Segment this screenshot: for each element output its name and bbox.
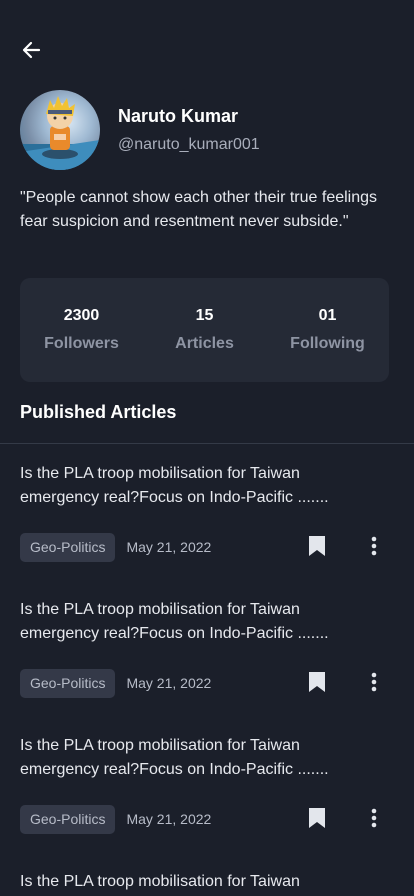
section-title: Published Articles xyxy=(20,402,177,422)
more-vertical-icon xyxy=(371,536,377,556)
stat-value: 15 xyxy=(195,307,214,324)
avatar[interactable] xyxy=(20,90,100,170)
stats-card: 2300 Followers 15 Articles 01 Following xyxy=(20,278,389,382)
stat-value: 01 xyxy=(318,307,337,324)
stat-value: 2300 xyxy=(63,307,100,324)
more-options-button[interactable] xyxy=(366,672,382,694)
profile-handle: @naruto_kumar001 xyxy=(118,136,260,153)
stat-label: Articles xyxy=(175,335,234,352)
article-date: May 21, 2022 xyxy=(126,811,212,827)
article-title[interactable]: Is the PLA troop mobilisation for Taiwan… xyxy=(20,734,360,782)
profile-bio: "People cannot show each other their tru… xyxy=(20,189,378,230)
category-tag[interactable]: Geo-Politics xyxy=(20,668,116,698)
more-vertical-icon xyxy=(371,672,377,692)
article-item[interactable]: Is the PLA troop mobilisation for Taiwan… xyxy=(20,598,394,698)
bookmark-icon xyxy=(309,536,325,556)
bookmark-button[interactable] xyxy=(307,807,327,829)
category-tag[interactable]: Geo-Politics xyxy=(20,532,116,562)
stat-label: Following xyxy=(290,335,365,352)
category-tag[interactable]: Geo-Politics xyxy=(20,804,116,834)
article-item[interactable]: Is the PLA troop mobilisation for Taiwan… xyxy=(20,462,394,562)
avatar-figure-icon xyxy=(20,96,100,170)
article-item[interactable]: Is the PLA troop mobilisation for Taiwan… xyxy=(20,734,394,834)
more-vertical-icon xyxy=(371,808,377,828)
bookmark-icon xyxy=(309,672,325,692)
bookmark-icon xyxy=(309,808,325,828)
article-title[interactable]: Is the PLA troop mobilisation for Taiwan… xyxy=(20,598,360,646)
stat-followers[interactable]: 2300 Followers xyxy=(27,306,137,354)
article-date: May 21, 2022 xyxy=(126,539,212,555)
bookmark-button[interactable] xyxy=(307,671,327,693)
more-options-button[interactable] xyxy=(366,808,382,830)
article-date: May 21, 2022 xyxy=(126,675,212,691)
stat-articles[interactable]: 15 Articles xyxy=(150,306,260,354)
arrow-left-icon xyxy=(22,41,41,59)
stat-label: Followers xyxy=(44,335,119,352)
more-options-button[interactable] xyxy=(366,536,382,558)
profile-header: Naruto Kumar @naruto_kumar001 xyxy=(20,90,260,170)
article-title[interactable]: Is the PLA troop mobilisation for Taiwan xyxy=(20,870,360,894)
article-title[interactable]: Is the PLA troop mobilisation for Taiwan… xyxy=(20,462,360,510)
divider xyxy=(0,443,414,444)
bookmark-button[interactable] xyxy=(307,535,327,557)
profile-name: Naruto Kumar xyxy=(118,106,239,126)
back-button[interactable] xyxy=(20,38,44,62)
stat-following[interactable]: 01 Following xyxy=(273,306,383,354)
article-item[interactable]: Is the PLA troop mobilisation for Taiwan xyxy=(20,870,394,894)
